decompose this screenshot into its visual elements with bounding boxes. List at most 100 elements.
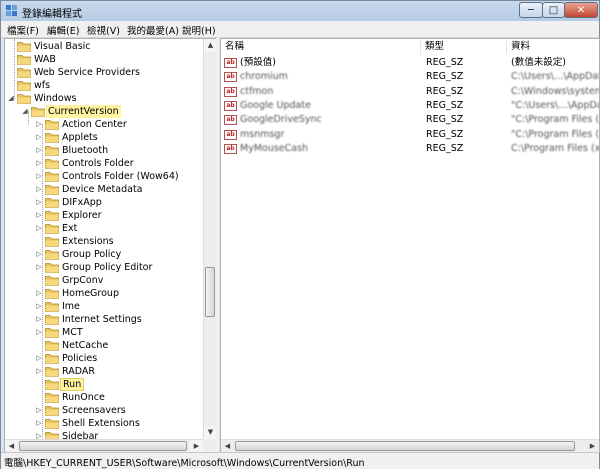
tree-item[interactable]: ▷ Action Center — [35, 118, 201, 131]
maximize-button[interactable]: □ — [542, 2, 565, 18]
value-name: GoogleDriveSync — [240, 114, 322, 126]
tree-item[interactable]: Visual Basic — [7, 40, 201, 53]
tree-item[interactable]: ▷ Internet Settings — [35, 313, 201, 326]
value-row[interactable]: ab GoogleDriveSync REG_SZ "C:\Program Files… — [221, 113, 599, 127]
value-type: REG_SZ — [426, 85, 464, 97]
column-header-data[interactable]: 資料 — [507, 39, 599, 55]
string-value-icon: ab — [224, 72, 237, 83]
tree-item[interactable]: Extensions — [35, 235, 201, 248]
tree-item-label: Extensions — [62, 236, 114, 247]
tree-item[interactable]: ◢ Windows — [7, 92, 201, 105]
menu-help[interactable]: 說明(H) — [182, 23, 216, 37]
window-title: 登錄編輯程式 — [22, 9, 82, 20]
registry-values-list[interactable]: 名稱 類型 資料 ab (預設值) REG_SZ (數值未設定) ab chromium R… — [220, 38, 600, 453]
value-row[interactable]: abMyMouseCash REG_SZ C:\Program Files (x86… — [221, 142, 599, 156]
tree-item[interactable]: ◢ CurrentVersion — [21, 105, 201, 118]
tree-item[interactable]: NetCache — [35, 339, 201, 352]
tree-item[interactable]: ▷ Screensavers — [35, 404, 201, 417]
title-bar[interactable]: 登錄編輯程式 ─ □ ✕ — [1, 1, 599, 21]
tree-horizontal-scrollbar[interactable]: ◀ ▶ — [5, 439, 203, 452]
folder-icon — [45, 406, 59, 416]
tree-item[interactable]: ▷ Shell Extensions — [35, 417, 201, 430]
value-type: REG_SZ — [426, 128, 464, 140]
menu-file[interactable]: 檔案(F) — [7, 23, 39, 37]
folder-icon — [45, 289, 59, 299]
value-data: C:\Users\…\AppData\Local\… — [511, 71, 599, 83]
value-row[interactable]: abmsnmsgr REG_SZ "C:\Program Files (x86)\…… — [221, 128, 599, 142]
tree-item[interactable]: ▷ Explorer — [35, 209, 201, 222]
tree-item[interactable]: ▷ Group Policy Editor — [35, 261, 201, 274]
tree-item-label: RunOnce — [62, 392, 105, 403]
values-horizontal-scrollbar[interactable]: ◀ ▶ — [221, 439, 599, 452]
pane-splitter[interactable] — [216, 38, 219, 452]
tree-item[interactable]: ▷ Device Metadata — [35, 183, 201, 196]
folder-icon — [45, 120, 59, 130]
tree-item[interactable]: ▷ Ime — [35, 300, 201, 313]
menu-edit[interactable]: 編輯(E) — [47, 23, 79, 37]
value-type: REG_SZ — [426, 142, 464, 154]
value-type: REG_SZ — [426, 71, 464, 83]
regedit-icon — [6, 5, 17, 16]
value-data: C:\Program Files (x86)\… — [511, 142, 600, 154]
tree-item[interactable]: WAB — [7, 53, 201, 66]
status-bar: 電腦\HKEY_CURRENT_USER\Software\Microsoft\… — [1, 452, 599, 469]
tree-item-label: Applets — [62, 132, 98, 143]
tree-item[interactable]: ▷ Policies — [35, 352, 201, 365]
value-row[interactable]: abctfmon REG_SZ C:\Windows\system32\ctfmon… — [221, 85, 599, 99]
tree-item[interactable]: ▷ Ext — [35, 222, 201, 235]
tree-item[interactable]: ▷ Controls Folder (Wow64) — [35, 170, 201, 183]
folder-icon — [45, 341, 59, 351]
tree-item[interactable]: ▷ HomeGroup — [35, 287, 201, 300]
tree-item-label: Screensavers — [62, 405, 126, 416]
tree-item-label: Action Center — [62, 119, 127, 130]
minimize-button[interactable]: ─ — [519, 2, 543, 18]
tree-item-label: DIFxApp — [62, 197, 102, 208]
string-value-icon: ab — [224, 86, 237, 97]
tree-item[interactable]: ▷ RADAR — [35, 365, 201, 378]
tree-item[interactable]: ▷ Group Policy — [35, 248, 201, 261]
value-name: Google Update — [240, 99, 311, 111]
tree-item[interactable]: Web Service Providers — [7, 66, 201, 79]
tree-item-label: Device Metadata — [62, 184, 143, 195]
value-row[interactable]: abGoogle Update REG_SZ "C:\Users\…\AppData… — [221, 99, 599, 113]
value-type: REG_SZ — [426, 99, 464, 111]
folder-icon — [31, 107, 45, 117]
scroll-thumb[interactable] — [19, 441, 187, 451]
tree-item[interactable]: GrpConv — [35, 274, 201, 287]
registry-editor-window: 登錄編輯程式 ─ □ ✕ 檔案(F) 編輯(E) 檢視(V) 我的最愛(A) 說… — [0, 0, 600, 469]
menu-favorites[interactable]: 我的最愛(A) — [127, 23, 179, 37]
scroll-thumb[interactable] — [235, 441, 575, 451]
value-row[interactable]: abchromium REG_SZ C:\Users\…\AppData\Local… — [221, 70, 599, 84]
tree-item[interactable]: ▷ Controls Folder — [35, 157, 201, 170]
tree-item[interactable]: RunOnce — [35, 391, 201, 404]
tree-item-label: CurrentVersion — [46, 105, 121, 118]
tree-item-label: Run — [60, 378, 85, 391]
tree-item[interactable]: ▷ DIFxApp — [35, 196, 201, 209]
folder-icon — [45, 185, 59, 195]
string-value-icon: ab — [224, 58, 237, 68]
menu-view[interactable]: 檢視(V) — [87, 23, 120, 37]
tree-item[interactable]: wfs — [7, 79, 201, 92]
folder-icon — [45, 354, 59, 364]
folder-icon — [17, 42, 31, 52]
folder-icon — [45, 393, 59, 403]
folder-icon — [45, 133, 59, 143]
tree-item-label: Shell Extensions — [62, 418, 140, 429]
folder-icon — [45, 419, 59, 429]
tree-item[interactable]: ▷ Bluetooth — [35, 144, 201, 157]
column-header-name[interactable]: 名稱 — [221, 39, 421, 55]
column-header-type[interactable]: 類型 — [421, 39, 507, 55]
tree-item-label: NetCache — [62, 340, 109, 351]
value-name: MyMouseCash — [240, 142, 309, 154]
close-button[interactable]: ✕ — [564, 2, 598, 18]
tree-item-label: Ext — [62, 223, 78, 234]
tree-item[interactable]: ▷ Applets — [35, 131, 201, 144]
tree-vertical-scrollbar[interactable]: ▲ ▼ — [203, 39, 216, 439]
tree-item-label: Visual Basic — [34, 41, 91, 52]
tree-item[interactable]: ▷ MCT — [35, 326, 201, 339]
tree-item[interactable]: Run — [35, 378, 201, 391]
value-name: ctfmon — [240, 85, 274, 97]
value-row[interactable]: ab (預設值) REG_SZ (數值未設定) — [221, 56, 599, 70]
scroll-thumb[interactable] — [205, 267, 215, 317]
registry-key-tree[interactable]: Visual Basic WAB Web Service Providers wfs ◢… — [4, 38, 217, 453]
